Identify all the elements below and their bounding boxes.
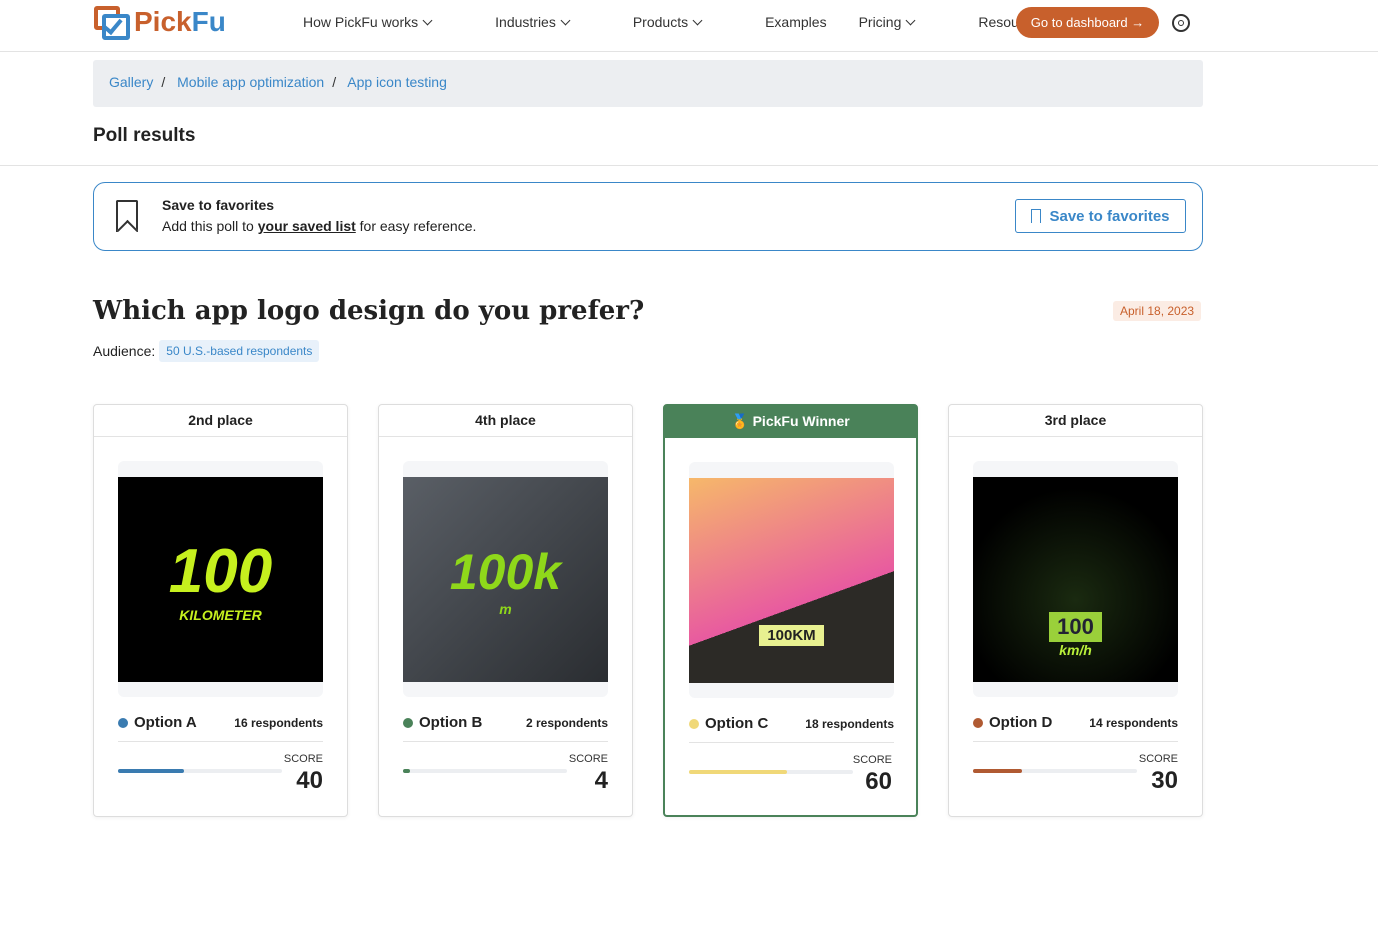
logo-text-pick: Pick — [134, 6, 192, 37]
image-subtext: km/h — [1059, 641, 1092, 658]
settings-gear-icon[interactable] — [1172, 14, 1190, 32]
image-text: 100KM — [759, 625, 824, 646]
save-to-favorites-button[interactable]: Save to favorites — [1015, 199, 1186, 233]
score-label: SCORE — [568, 753, 608, 765]
option-color-dot — [973, 717, 983, 728]
respondents-count: 2 respondents — [525, 715, 608, 730]
main-menu: How PickFu works Industries Products Exampl… — [303, 14, 1122, 30]
nav-item-examples[interactable]: Examples — [765, 14, 826, 30]
respondents-count: 14 respondents — [1089, 715, 1178, 730]
score-value: 4 — [594, 767, 608, 794]
score-value: 60 — [865, 768, 892, 795]
place-header: 🏅 PickFu Winner — [665, 406, 916, 438]
option-image[interactable]: 100 KILOMETER — [118, 477, 323, 682]
option-image-frame: 100 KILOMETER — [118, 461, 323, 697]
logo-mark-icon — [94, 4, 132, 40]
score-label: SCORE — [283, 753, 323, 765]
option-name: Option D — [989, 714, 1053, 731]
option-image-frame: 100k m — [403, 461, 608, 697]
divider — [0, 165, 1378, 166]
medal-icon: 🏅 — [731, 413, 753, 429]
place-header: 3rd place — [949, 405, 1202, 437]
chevron-down-icon — [422, 15, 433, 26]
breadcrumb-mobile-app-optimization[interactable]: Mobile app optimization — [177, 74, 324, 90]
nav-item-pricing[interactable]: Pricing — [859, 14, 947, 30]
score-bar — [689, 770, 853, 774]
option-image-frame: 100 km/h — [973, 461, 1178, 697]
option-image[interactable]: 100KM — [689, 478, 894, 683]
nav-item-how-pickfu-works[interactable]: How PickFu works — [303, 14, 463, 30]
score-bar — [403, 769, 567, 773]
audience-badge[interactable]: 50 U.S.-based respondents — [159, 340, 320, 362]
score-bar-fill — [689, 770, 788, 774]
option-color-dot — [689, 718, 699, 729]
top-nav: Pick Fu How PickFu works Industries Product… — [0, 0, 1378, 52]
page-title: Poll results — [93, 125, 196, 146]
image-text: 100k — [449, 543, 562, 600]
image-subtext: KILOMETER — [179, 607, 262, 623]
poll-date-badge: April 18, 2023 — [1113, 301, 1202, 321]
saved-list-link[interactable]: your saved list — [258, 218, 356, 234]
chevron-down-icon — [905, 15, 916, 26]
chevron-down-icon — [560, 15, 571, 26]
divider — [689, 742, 894, 743]
image-subtext: m — [499, 600, 512, 617]
logo-text-fu: Fu — [191, 6, 226, 37]
option-name: Option A — [134, 714, 197, 731]
score-label: SCORE — [852, 754, 892, 766]
nav-item-industries[interactable]: Industries — [495, 14, 601, 30]
divider — [118, 741, 323, 742]
place-header: 2nd place — [94, 405, 347, 437]
score-bar-fill — [403, 769, 410, 773]
nav-item-products[interactable]: Products — [633, 14, 733, 30]
bookmark-icon — [116, 200, 138, 232]
score-bar-fill — [118, 769, 184, 773]
respondents-count: 16 respondents — [234, 715, 323, 730]
option-card[interactable]: 4th place 100k m Option B 2 respondents SC… — [378, 404, 633, 817]
option-name: Option C — [705, 715, 769, 732]
score-label: SCORE — [1138, 753, 1178, 765]
respondents-count: 18 respondents — [805, 716, 894, 731]
option-color-dot — [403, 717, 413, 728]
go-to-dashboard-button[interactable]: Go to dashboard → — [1016, 7, 1159, 38]
breadcrumb-app-icon-testing[interactable]: App icon testing — [347, 74, 447, 90]
score-value: 30 — [1151, 767, 1178, 794]
save-favorites-banner: Save to favorites Add this poll to your … — [93, 182, 1203, 251]
audience: Audience: 50 U.S.-based respondents — [93, 340, 320, 362]
breadcrumb-gallery[interactable]: Gallery — [109, 74, 153, 90]
score-bar — [118, 769, 282, 773]
place-header: 4th place — [379, 405, 632, 437]
pickfu-logo[interactable]: Pick Fu — [94, 4, 226, 40]
breadcrumb: Gallery / Mobile app optimization / App ic… — [93, 60, 1203, 107]
score-bar-fill — [973, 769, 1023, 773]
divider — [403, 741, 608, 742]
option-color-dot — [118, 717, 128, 728]
option-image-frame: 100KM — [689, 462, 894, 698]
image-text: 100 — [168, 537, 273, 606]
option-card[interactable]: 2nd place 100 KILOMETER Option A 16 respon… — [93, 404, 348, 817]
option-name: Option B — [419, 714, 483, 731]
bookmark-icon — [1031, 209, 1042, 223]
score-value: 40 — [296, 767, 323, 794]
option-image[interactable]: 100 km/h — [973, 477, 1178, 682]
poll-question: Which app logo design do you prefer? — [93, 296, 645, 326]
option-image[interactable]: 100k m — [403, 477, 608, 682]
chevron-down-icon — [692, 15, 703, 26]
option-card[interactable]: 🏅 PickFu Winner 100KM Option C 18 respond… — [663, 404, 918, 817]
score-bar — [973, 769, 1137, 773]
favorites-title: Save to favorites — [162, 197, 275, 213]
favorites-description: Add this poll to your saved list for eas… — [162, 218, 477, 234]
image-text: 100 — [1049, 611, 1102, 642]
divider — [973, 741, 1178, 742]
option-card[interactable]: 3rd place 100 km/h Option D 14 respondents… — [948, 404, 1203, 817]
